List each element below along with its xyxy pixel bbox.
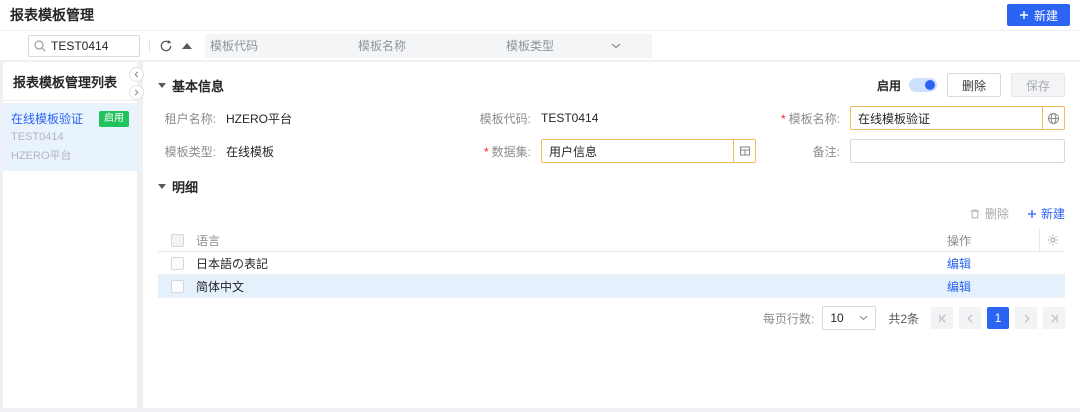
page-size-value: 10 — [830, 311, 843, 325]
row-language: 简体中文 — [196, 278, 947, 295]
globe-icon[interactable] — [1042, 107, 1064, 129]
content-area: 报表模板管理列表 在线模板验证 启用 TEST0414 HZERO平台 基本信息… — [3, 62, 1080, 408]
detail-panel: 基本信息 启用 删除 保存 租户名称: HZERO平台 模板代码: TEST04… — [143, 62, 1080, 408]
pager-last-icon[interactable] — [1043, 307, 1065, 329]
dataset-label: 数据集: — [467, 143, 531, 160]
table-row[interactable]: 简体中文 编辑 — [158, 275, 1065, 298]
filter-column-code[interactable]: 模板代码 — [205, 37, 353, 54]
edit-link[interactable]: 编辑 — [947, 257, 971, 271]
total-count: 共2条 — [888, 310, 919, 327]
detail-toolbar: 删除 新建 — [158, 205, 1065, 222]
delete-button[interactable]: 删除 — [947, 73, 1001, 97]
template-code-label: 模板代码: — [467, 110, 531, 127]
language-table: 语言 操作 日本語の表記 编辑 简体中文 编辑 — [158, 229, 1065, 298]
table-header-row: 语言 操作 — [158, 229, 1065, 252]
page-size-label: 每页行数: — [763, 310, 814, 327]
list-column-filter-bar: 模板代码 模板名称 模板类型 — [205, 34, 652, 58]
list-item-tenant: HZERO平台 — [11, 147, 129, 163]
section-detail: 明细 — [158, 163, 1065, 196]
enable-toggle[interactable] — [909, 78, 937, 92]
lov-table-icon[interactable] — [733, 140, 755, 162]
detail-new-button[interactable]: 新建 — [1027, 205, 1065, 222]
list-item-code: TEST0414 — [11, 131, 129, 143]
create-button[interactable]: 新建 — [1007, 4, 1070, 26]
caret-down-icon[interactable] — [158, 83, 166, 88]
chevron-left-icon[interactable] — [129, 67, 144, 82]
save-button[interactable]: 保存 — [1011, 73, 1065, 97]
section-detail-title[interactable]: 明细 — [172, 177, 198, 196]
create-button-label: 新建 — [1034, 7, 1058, 24]
template-code-value: TEST0414 — [541, 111, 598, 125]
chevron-down-icon[interactable] — [611, 43, 621, 49]
template-name-value[interactable]: 在线模板验证 — [851, 110, 1042, 127]
template-list-panel: 报表模板管理列表 在线模板验证 启用 TEST0414 HZERO平台 — [3, 62, 137, 408]
page-title: 报表模板管理 — [10, 5, 94, 25]
basic-info-form: 租户名称: HZERO平台 模板代码: TEST0414 模板名称: 在线模板验… — [158, 106, 1065, 163]
list-item-name[interactable]: 在线模板验证 — [11, 110, 83, 127]
search-icon — [33, 39, 47, 53]
template-type-value: 在线模板 — [226, 143, 274, 160]
pager-next-icon[interactable] — [1015, 307, 1037, 329]
list-item[interactable]: 在线模板验证 启用 TEST0414 HZERO平台 — [3, 103, 137, 171]
chevron-down-icon — [859, 315, 868, 321]
table-row[interactable]: 日本語の表記 编辑 — [158, 252, 1065, 275]
pager-prev-icon[interactable] — [959, 307, 981, 329]
plus-icon — [1027, 209, 1037, 219]
template-type-label: 模板类型: — [158, 143, 216, 160]
refresh-icon[interactable] — [159, 39, 173, 53]
template-list-title: 报表模板管理列表 — [3, 62, 137, 101]
edit-link[interactable]: 编辑 — [947, 280, 971, 294]
search-filter-bar: 模板代码 模板名称 模板类型 — [0, 31, 1080, 60]
row-checkbox[interactable] — [171, 257, 184, 270]
enable-switch-label: 启用 — [877, 77, 901, 94]
caret-down-icon[interactable] — [158, 184, 166, 189]
column-header-language: 语言 — [196, 232, 947, 249]
select-all-checkbox[interactable] — [171, 234, 184, 247]
pager-first-icon[interactable] — [931, 307, 953, 329]
dataset-value[interactable]: 用户信息 — [542, 143, 733, 160]
section-basic-info-title[interactable]: 基本信息 — [172, 76, 224, 95]
pagination: 每页行数: 10 共2条 1 — [158, 306, 1065, 330]
collapse-up-icon[interactable] — [182, 43, 192, 49]
chevron-right-icon[interactable] — [129, 85, 144, 100]
section-basic-info: 基本信息 启用 删除 保存 — [158, 62, 1065, 97]
column-header-action: 操作 — [947, 232, 1039, 249]
trash-icon — [969, 208, 981, 220]
tenant-label: 租户名称: — [158, 110, 216, 127]
status-badge: 启用 — [99, 111, 129, 127]
plus-icon — [1019, 10, 1029, 20]
detail-delete-button[interactable]: 删除 — [969, 205, 1009, 222]
detail-new-label: 新建 — [1041, 205, 1065, 222]
top-header: 报表模板管理 新建 — [0, 0, 1080, 31]
pager-page-1[interactable]: 1 — [987, 307, 1009, 329]
template-name-field[interactable]: 在线模板验证 — [850, 106, 1065, 130]
template-name-label: 模板名称: — [776, 110, 840, 127]
detail-delete-label: 删除 — [985, 205, 1009, 222]
filter-column-type[interactable]: 模板类型 — [501, 37, 611, 54]
dataset-field[interactable]: 用户信息 — [541, 139, 756, 163]
page-size-select[interactable]: 10 — [822, 306, 876, 330]
row-checkbox[interactable] — [171, 280, 184, 293]
filter-column-name[interactable]: 模板名称 — [353, 37, 501, 54]
tenant-value: HZERO平台 — [226, 110, 292, 127]
gear-icon[interactable] — [1039, 229, 1065, 251]
remark-field[interactable] — [850, 139, 1065, 163]
divider — [149, 39, 150, 53]
row-language: 日本語の表記 — [196, 255, 947, 272]
remark-label: 备注: — [776, 143, 840, 160]
